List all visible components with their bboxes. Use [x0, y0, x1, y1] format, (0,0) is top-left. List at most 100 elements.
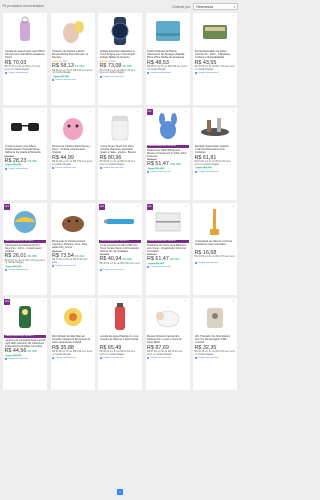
product-image[interactable] [50, 13, 95, 49]
international-purchase: Compra internacional [99, 268, 123, 271]
discount-label: 5% OFF [27, 350, 38, 353]
product-card[interactable]: ♡ Garrafa de Água Plástica 2 L Com Canudo… [98, 298, 142, 390]
coupon-tag[interactable]: Cupom 10% OFF [4, 164, 23, 167]
coupon-tag[interactable]: Cupom 10% OFF [147, 167, 166, 171]
international-purchase: Compra internacional [147, 266, 171, 269]
heart-icon[interactable]: ♡ [232, 14, 236, 19]
product-card[interactable]: ♡ Boneco de Pelúcia Stitch Disney - 20cm … [50, 108, 95, 200]
heart-icon[interactable]: ♡ [89, 204, 93, 209]
product-title[interactable]: Toalha Multiuso de Banho Absorvente de S… [147, 50, 188, 59]
international-label: Compra internacional [197, 357, 219, 360]
product-image[interactable] [3, 108, 47, 144]
product-card[interactable]: ♡ Boneco Musical Carneirinho Pelúcia Com … [145, 298, 190, 390]
heart-icon[interactable]: ♡ [42, 299, 46, 304]
installments-text: R$ 35,88 em 6x de R$ 5,98 sem juros no C… [52, 350, 93, 356]
product-card[interactable]: ♡ Brinquedo de Pelúcia Kawaii Capivara, P… [50, 203, 95, 295]
installments-text: R$ 44,99 em 6x de R$ 7,50 sem juros no C… [52, 160, 93, 166]
product-image[interactable] [50, 203, 95, 239]
heart-icon[interactable]: ♡ [137, 14, 141, 19]
coupon-tag[interactable]: Cupom 10% OFF [147, 262, 166, 266]
product-card[interactable]: ♡ Lixeira Smart Touch 12L Para Cozinha, B… [98, 108, 142, 200]
sort-control: Ordenar por: Relevância ▾ [172, 3, 239, 10]
product-title[interactable]: Kit Espátula de Silicone Cozinha Resiste… [195, 240, 236, 249]
heart-icon[interactable]: ♡ [42, 204, 46, 209]
heart-icon[interactable]: ♡ [137, 299, 141, 304]
product-image[interactable] [98, 298, 142, 334]
product-card[interactable]: ♡ Garrafa de Água Duplo Lata 500ml Térmic… [3, 13, 47, 105]
product-title[interactable]: Bandeja Organizador Suporte Cerâmica Dec… [195, 145, 236, 154]
product-card[interactable]: ♡ Mini Modelo de Mão Manual Pressão Intel… [50, 298, 95, 390]
product-title[interactable]: Brinquedo de Pelúcia Kawaii Capivara, Pa… [52, 240, 93, 249]
product-grid: ♡ Garrafa de Água Duplo Lata 500ml Térmic… [3, 13, 237, 390]
heart-icon[interactable]: ♡ [232, 204, 236, 209]
sort-select[interactable]: Relevância ▾ [193, 3, 239, 10]
product-image[interactable] [193, 203, 237, 239]
product-title[interactable]: Mini Modelo de Mão Manual Pressão Inteli… [52, 335, 93, 344]
coupon-tag[interactable]: Cupom 10% OFF [4, 265, 23, 269]
product-image[interactable] [3, 13, 47, 49]
product-title[interactable]: Boneco Musical Carneirinho Pelúcia Com L… [147, 335, 188, 344]
product-title[interactable]: Lixeira Smart Touch 12L Para Cozinha, Ba… [100, 145, 141, 154]
product-image[interactable] [193, 13, 237, 49]
international-purchase: Compra internacional [99, 357, 123, 360]
international-label: Compra internacional [7, 167, 29, 170]
heart-icon[interactable]: ♡ [137, 204, 141, 209]
product-title[interactable]: Prateleira de Canto para Banheiro sem Fu… [147, 244, 188, 253]
product-card[interactable]: ♡ Chaveiro de Pelúcia Labubu Boneca Bolsa… [50, 13, 95, 105]
offer-timer: Oferta termina em: 08:09:27 [146, 144, 189, 148]
heart-icon[interactable]: ♡ [184, 299, 188, 304]
product-card[interactable]: ♡ Óculos Unissex Anti-reflexo Antiderrapa… [3, 108, 47, 200]
product-image[interactable] [50, 108, 95, 144]
towel-image [155, 21, 180, 41]
product-title[interactable]: Óculos Unissex Anti-reflexo Antiderrapan… [5, 145, 46, 154]
coupon-tag[interactable]: Cupom 10% OFF [194, 167, 213, 170]
product-title[interactable]: Bonita Musicalbox de Relva Kalimba 24 - … [195, 50, 236, 59]
product-title[interactable]: Garrafa de Água Plástica 2 L Com Canudo … [100, 335, 141, 344]
international-label: Compra internacional [54, 357, 76, 360]
product-card[interactable]: ♡ Mini Triturador De Alho Elétrico Sem Fi… [193, 298, 237, 390]
product-card[interactable]: ♡ Kit Espátula de Silicone Cozinha Resist… [193, 203, 237, 295]
product-title[interactable]: Travesseiro de Pelúcia My Pet Alien Pou … [5, 244, 46, 253]
product-title[interactable]: Kit de Limpeza Ouvido USB Com Pinça Cure… [100, 244, 141, 253]
heart-icon[interactable]: ♡ [42, 14, 46, 19]
page-button-current[interactable]: 1 [117, 489, 123, 495]
product-card[interactable]: ♡ OFF Oferta termina em: 08:09:27 Kit de Li… [98, 203, 142, 295]
heart-icon[interactable]: ♡ [89, 14, 93, 19]
heart-icon[interactable]: ♡ [184, 204, 188, 209]
product-image[interactable] [98, 13, 142, 49]
product-image[interactable] [145, 13, 190, 49]
product-image[interactable] [145, 298, 190, 334]
heart-icon[interactable]: ♡ [184, 14, 188, 19]
product-image[interactable] [193, 108, 237, 144]
heart-icon[interactable]: ♡ [232, 109, 236, 114]
product-card[interactable]: ♡ Toalha Multiuso de Banho Absorvente de … [145, 13, 190, 105]
coupon-tag[interactable]: Cupom 10% OFF [52, 75, 71, 79]
product-card[interactable]: ♡ OFF Oferta termina em: 08:09:27 Prateleir… [145, 203, 190, 295]
product-price: R$ 44,56 [4, 348, 27, 354]
heart-icon[interactable]: ♡ [42, 109, 46, 114]
product-card[interactable]: ♡ OFF Oferta termina em: 08:08:27 Travessei… [3, 203, 47, 295]
product-title[interactable]: Lanterna de Lâmpada Solar Led 60 Light L… [5, 339, 46, 348]
product-image[interactable] [193, 298, 237, 334]
international-label: Compra internacional [149, 72, 171, 75]
product-image[interactable] [98, 108, 142, 144]
product-card[interactable]: ♡ OFF Oferta termina em: 08:08:27 Lanterna … [3, 298, 47, 390]
discount-label: 2% OFF [27, 159, 38, 163]
coupon-tag[interactable]: Cupom 10% OFF [4, 354, 23, 358]
heart-icon[interactable]: ♡ [89, 109, 93, 114]
product-card[interactable]: ♡ Relógio Esportivo Masculino à Prova D'á… [98, 13, 142, 105]
heart-icon[interactable]: ♡ [89, 299, 93, 304]
product-title[interactable]: Boneco de Pelúcia Stitch Disney - 20cm -… [52, 145, 93, 154]
heart-icon[interactable]: ♡ [184, 109, 188, 114]
product-title[interactable]: Garrafa de Água Duplo Lata 500ml Térmica… [5, 50, 46, 59]
product-title[interactable]: Chaveiro de Pelúcia Labubu Boneca Bolsa … [52, 50, 93, 59]
product-card[interactable]: ♡ Bandeja Organizador Suporte Cerâmica De… [193, 108, 237, 200]
product-card[interactable]: ♡ Bonita Musicalbox de Relva Kalimba 24 -… [193, 13, 237, 105]
product-title[interactable]: Mini Triturador De Alho Elétrico Sem Fio… [195, 335, 236, 344]
heart-icon[interactable]: ♡ [232, 299, 236, 304]
heart-icon[interactable]: ♡ [137, 109, 141, 114]
product-card[interactable]: ♡ OFF Oferta termina em: 08:09:27 Pelúcia L… [145, 108, 190, 200]
product-title[interactable]: Pelúcia Lilo Stitch Brinquedo Boneco Cri… [147, 149, 188, 158]
product-image[interactable] [50, 298, 95, 334]
product-title[interactable]: Relógio Esportivo Masculino à Prova D'ág… [100, 50, 141, 59]
